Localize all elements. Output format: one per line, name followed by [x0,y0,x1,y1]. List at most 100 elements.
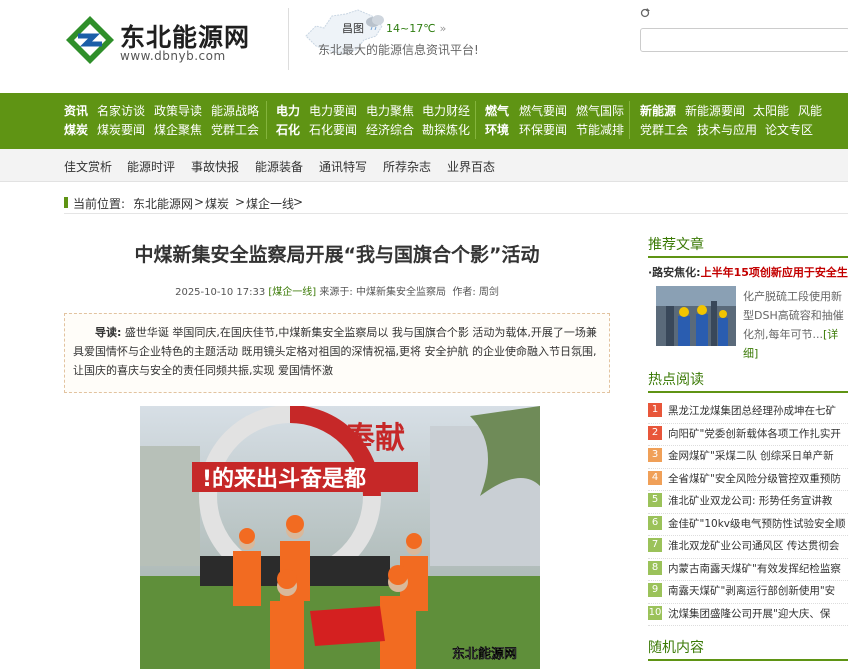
nav-item-ranqi[interactable]: 燃气 [485,102,509,119]
nav-divider [266,101,267,139]
nav-item-economy[interactable]: 经济综合 [366,121,414,138]
breadcrumb-sep: > [194,195,205,209]
hot-item[interactable]: 9 南露天煤矿"剥离运行部创新使用"安 [648,581,848,604]
article-title: 中煤新集安全监察局开展“我与国旗合个影”活动 [134,244,540,266]
nav-item-ranqi-intl[interactable]: 燃气国际 [576,102,624,119]
hot-item[interactable]: 10 沈煤集团盛隆公司开展"迎大庆、保 [648,604,848,626]
article-source-label: 来源于: [319,287,353,298]
nav-item-meitan[interactable]: 煤炭 [64,121,88,138]
recommend-article-title[interactable]: ·路安焦化:上半年15项创新应用于安全生 [648,264,848,280]
hot-item[interactable]: 5 淮北矿业双龙公司: 形势任务宣讲教 [648,491,848,514]
nav-item-zhanlue[interactable]: 能源战略 [211,102,259,119]
subnav-item[interactable]: 能源时评 [127,158,175,175]
nav-item-newenergy-news[interactable]: 新能源要闻 [685,102,745,119]
nav-item-wind[interactable]: 风能 [798,102,822,119]
nav-item-dianli-news[interactable]: 电力要闻 [309,102,357,119]
recommend-description: 化产脱硫工段使用新型DSH高硫容和抽催化剂,每年可节...[详细] [743,287,848,363]
breadcrumb-category[interactable]: 煤炭 [205,195,229,212]
subnav-item[interactable]: 事故快报 [191,158,239,175]
hot-item[interactable]: 6 金佳矿"10kv级电气预防性试验安全顺 [648,514,848,536]
hot-heading-text: 热点阅读 [648,372,704,388]
nav-item-zhengce[interactable]: 政策导读 [154,102,202,119]
nav-item-zixun[interactable]: 资讯 [64,102,88,119]
hot-item-title[interactable]: 金网煤矿"采煤二队 创综采日单产新 [668,448,834,463]
hot-item[interactable]: 7 淮北双龙矿业公司通风区 传达贯彻会 [648,536,848,559]
hot-item[interactable]: 1 黑龙江龙煤集团总经理孙成坤在七矿 [648,401,848,424]
nav-item-tech[interactable]: 技术与应用 [697,121,757,138]
recommend-heading-text: 推荐文章 [648,237,704,253]
nav-item-shihua-news[interactable]: 石化要闻 [309,121,357,138]
article-photo-image: 奉献 !的来出斗奋是都 东北能源网 [140,406,540,669]
hot-item-title[interactable]: 黑龙江龙煤集团总经理孙成坤在七矿 [668,403,836,418]
nav-item-solar[interactable]: 太阳能 [753,102,789,119]
recommend-prefix: ·路安焦化: [648,266,701,279]
nav-item-dianli[interactable]: 电力 [276,102,300,119]
hot-rank: 4 [648,470,662,485]
hot-rank: 5 [648,493,662,507]
hot-item-title[interactable]: 内蒙古南露天煤矿"有效发挥纪检监察 [668,561,841,576]
breadcrumb-sep: > [293,195,304,209]
summary-lead: 导读: [95,326,122,339]
hot-item[interactable]: 2 向阳矿"党委创新载体各项工作扎实开 [648,424,848,446]
nav-item-dianli-finance[interactable]: 电力财经 [422,102,470,119]
subnav-item[interactable]: 佳文赏析 [64,158,112,175]
logo-url: www.dbnyb.com [120,49,226,63]
random-heading: 随机内容 [648,635,848,661]
hot-rank: 10 [648,605,662,620]
nav-item-mingjia[interactable]: 名家访谈 [97,102,145,119]
site-header: 东北能源网 www.dbnyb.com 昌图 14~17℃ » 东北最大的能源信息资… [0,0,848,93]
nav-item-newenergy[interactable]: 新能源 [640,102,676,119]
cloud-icon [366,15,384,30]
hot-rank: 3 [648,448,662,462]
recommend-title-text: 上半年15项创新应用于安全生 [700,266,848,279]
weather-more-icon[interactable]: » [440,22,447,35]
nav-item-meiqi-focus[interactable]: 煤企聚焦 [154,121,202,138]
nav-item-dianli-focus[interactable]: 电力聚焦 [366,102,414,119]
hot-rank: 8 [648,560,662,575]
nav-item-huanbao-news[interactable]: 环保要闻 [519,121,567,138]
nav-item-ranqi-news[interactable]: 燃气要闻 [519,102,567,119]
nav-item-papers[interactable]: 论文专区 [765,121,813,138]
subnav-item[interactable]: 业界百态 [447,158,495,175]
nav-item-meitan-news[interactable]: 煤炭要闻 [97,121,145,138]
hot-item[interactable]: 4 全省煤矿"安全风险分级管控双重预防 [648,469,848,491]
hot-item-title[interactable]: 淮北双龙矿业公司通风区 传达贯彻会 [668,538,839,553]
subnav-item[interactable]: 通讯特写 [319,158,367,175]
nav-item-shihua[interactable]: 石化 [276,121,300,138]
site-slogan: 东北最大的能源信息资讯平台! [318,43,479,57]
breadcrumb-sep: > [235,195,246,209]
hot-item[interactable]: 3 金网煤矿"采煤二队 创综采日单产新 [648,446,848,469]
hot-item-title[interactable]: 全省煤矿"安全风险分级管控双重预防 [668,471,841,486]
breadcrumb-label: 当前位置: [73,197,126,211]
breadcrumb: 当前位置: 东北能源网 > 煤炭 > 煤企一线 > [64,193,848,214]
hot-item-title[interactable]: 沈煤集团盛隆公司开展"迎大庆、保 [668,606,830,621]
hot-heading: 热点阅读 [648,367,848,393]
logo-mark-icon [66,16,114,64]
breadcrumb-home[interactable]: 东北能源网 [133,195,193,212]
nav-item-jieneng[interactable]: 节能减排 [576,121,624,138]
nav-divider [629,101,630,139]
nav-item-dangqun-2[interactable]: 党群工会 [640,121,688,138]
article-author: 周剑 [478,287,499,298]
hot-item[interactable]: 8 内蒙古南露天煤矿"有效发挥纪检监察 [648,559,848,581]
refresh-icon[interactable] [640,8,650,18]
subnav-item[interactable]: 所荐杂志 [383,158,431,175]
hot-item-title[interactable]: 淮北矿业双龙公司: 形势任务宣讲教 [668,493,832,508]
nav-item-dangqun-1[interactable]: 党群工会 [211,121,259,138]
recommend-thumbnail[interactable] [656,286,736,346]
breadcrumb-subcategory[interactable]: 煤企一线 [246,195,294,212]
subnav-item[interactable]: 能源装备 [255,158,303,175]
nav-item-huanjing[interactable]: 环境 [485,121,509,138]
article-category-tag[interactable]: [煤企一线] [268,287,316,298]
hot-item-title[interactable]: 金佳矿"10kv级电气预防性试验安全顺 [668,516,845,531]
nav-item-kantan[interactable]: 勘探炼化 [422,121,470,138]
hot-item-title[interactable]: 南露天煤矿"剥离运行部创新使用"安 [668,583,835,598]
search-input[interactable] [640,28,848,52]
photo-sign-main: !的来出斗奋是都 [202,466,366,492]
recommend-thumbnail-image [656,286,736,346]
hot-rank: 7 [648,538,662,552]
article-meta: 2025-10-10 17:33 [煤企一线] 来源于: 中煤新集安全监察局 作… [64,283,610,298]
weather-widget[interactable]: 昌图 14~17℃ » [342,20,446,36]
hot-item-title[interactable]: 向阳矿"党委创新载体各项工作扎实开 [668,426,841,441]
site-logo[interactable]: 东北能源网 www.dbnyb.com [64,14,284,66]
